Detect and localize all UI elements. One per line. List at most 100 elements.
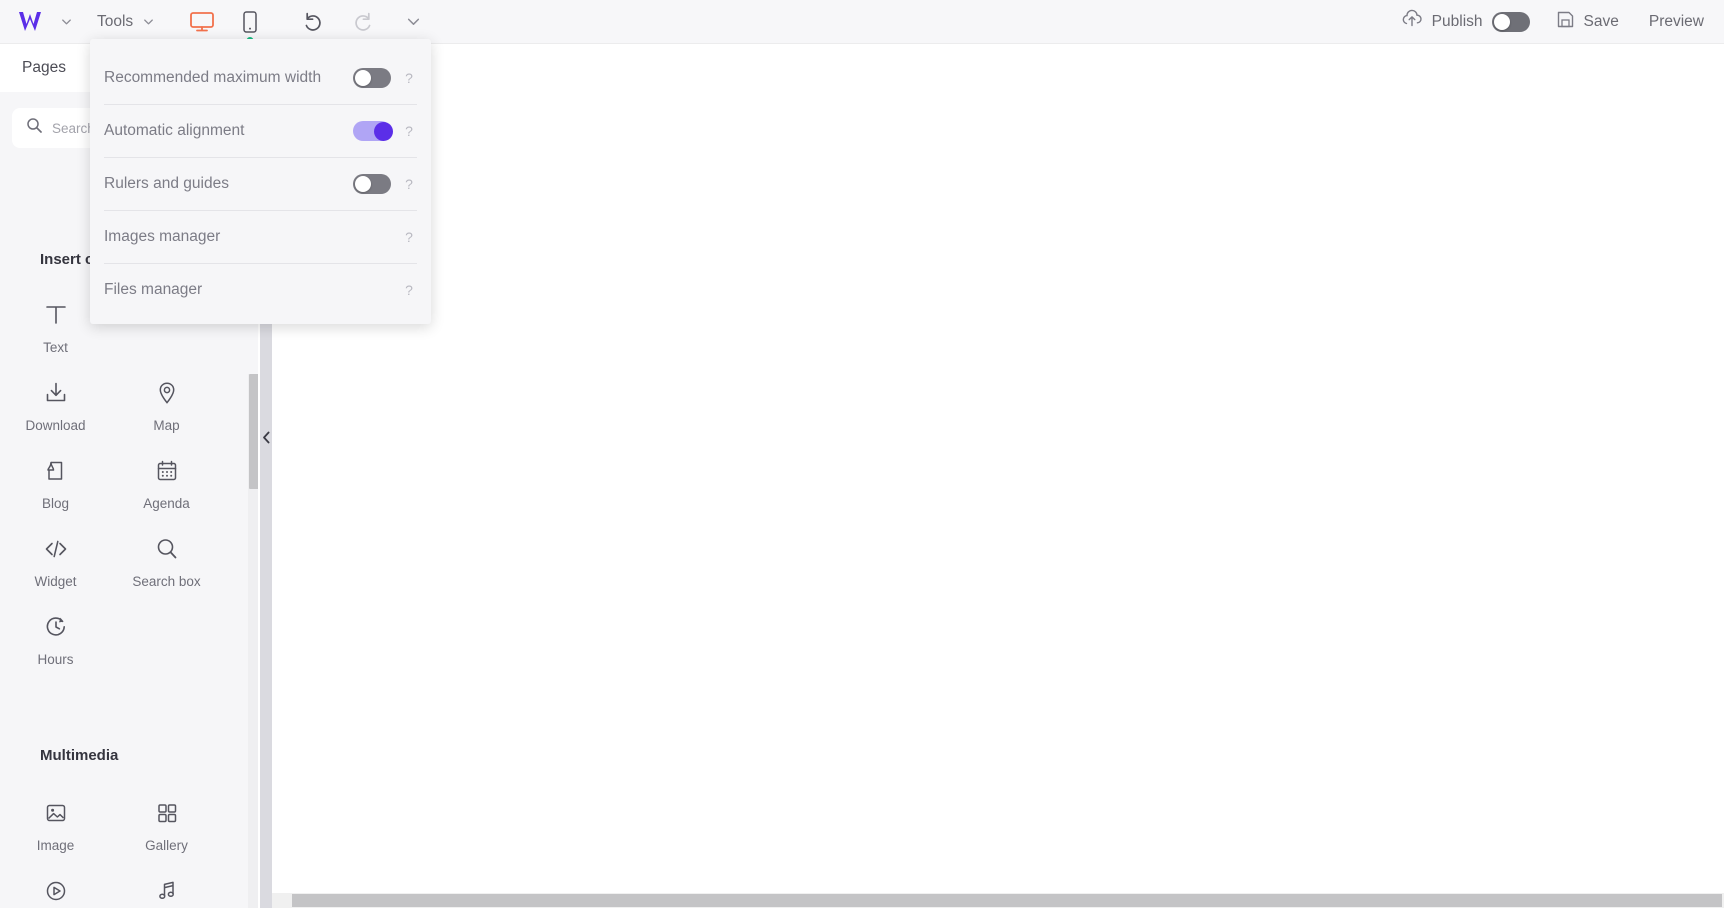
multimedia-item-gallery[interactable]: Gallery (111, 794, 222, 872)
music-note-icon (154, 878, 180, 904)
insert-item-search-box[interactable]: Search box (111, 530, 222, 608)
gallery-grid-icon (154, 800, 180, 826)
history-more-chevron-down-icon[interactable] (399, 8, 427, 36)
toggle-knob (374, 122, 393, 141)
help-icon[interactable]: ? (401, 282, 417, 298)
editor-canvas[interactable] (272, 44, 1724, 908)
insert-item-label: Search box (132, 574, 201, 589)
menu-item-recommended-maximum-width[interactable]: Recommended maximum width ? (104, 51, 417, 104)
section-title-insert: Insert c (40, 251, 93, 268)
clock-icon (43, 614, 69, 640)
help-icon[interactable]: ? (401, 70, 417, 86)
sidebar-scrollbar-thumb[interactable] (249, 374, 258, 489)
insert-item-label: Widget (34, 574, 77, 589)
desktop-monitor-icon[interactable] (187, 7, 217, 37)
menu-item-rulers-and-guides[interactable]: Rulers and guides ? (104, 157, 417, 210)
calendar-icon (154, 458, 180, 484)
insert-item-map[interactable]: Map (111, 374, 222, 452)
menu-item-images-manager[interactable]: Images manager ? (104, 210, 417, 263)
multimedia-item-label: Image (36, 838, 75, 853)
sidebar-collapse-button[interactable] (261, 420, 272, 460)
multimedia-item-video[interactable]: Video (0, 872, 111, 908)
grid-row: Video Music (0, 872, 236, 908)
publish-label: Publish (1431, 12, 1483, 30)
grid-row: Download Map (0, 374, 236, 452)
canvas-horizontal-scrollbar-track[interactable] (272, 893, 1724, 908)
grid-row: Image Gallery (0, 794, 236, 872)
tools-chevron-down-icon[interactable] (142, 15, 155, 28)
canvas-horizontal-scrollbar-thumb[interactable] (292, 894, 1722, 907)
download-icon (43, 380, 69, 406)
menu-item-automatic-alignment[interactable]: Automatic alignment ? (104, 104, 417, 157)
undo-arrow-icon[interactable] (299, 8, 327, 36)
help-icon[interactable]: ? (401, 123, 417, 139)
multimedia-item-music[interactable]: Music (111, 872, 222, 908)
multimedia-item-image[interactable]: Image (0, 794, 111, 872)
image-icon (43, 800, 69, 826)
insert-item-download[interactable]: Download (0, 374, 111, 452)
mobile-phone-icon[interactable] (235, 7, 265, 44)
play-circle-icon (43, 878, 69, 904)
publish-toggle[interactable] (1491, 11, 1530, 32)
toggle-knob (355, 176, 371, 192)
insert-item-widget[interactable]: Widget (0, 530, 111, 608)
topbar-actions: Publish Save Preview (1401, 9, 1724, 34)
logo-chevron-down-icon[interactable] (60, 15, 73, 28)
menu-item-label: Files manager (104, 281, 203, 298)
top-toolbar: Tools Publish Save Preview (0, 0, 1724, 44)
history-group (299, 8, 427, 36)
help-icon[interactable]: ? (401, 176, 417, 192)
multimedia-grid: Image Gallery (0, 794, 236, 908)
insert-item-label: Download (25, 418, 86, 433)
toggle-knob (355, 69, 371, 86)
preview-label: Preview (1648, 12, 1704, 30)
section-title-multimedia-label: Multimedia (40, 747, 119, 764)
insert-content-grid: Text Download Map Blog Agenda Widget Sea… (0, 296, 236, 686)
publish-button[interactable]: Publish (1401, 9, 1530, 34)
publish-toggle-knob (1493, 13, 1510, 30)
pages-tab-label: Pages (22, 59, 66, 76)
grid-row: Blog Agenda (0, 452, 236, 530)
menu-item-files-manager[interactable]: Files manager ? (104, 263, 417, 316)
menu-item-label: Rulers and guides (104, 175, 229, 192)
insert-item-hours[interactable]: Hours (0, 608, 111, 686)
search-icon (26, 117, 43, 139)
tools-label: Tools (97, 12, 134, 30)
map-pin-icon (154, 380, 180, 406)
tools-dropdown-menu: Recommended maximum width ? Automatic al… (90, 39, 431, 324)
section-title-multimedia: Multimedia (40, 747, 118, 764)
device-preview-group (187, 7, 265, 44)
menu-item-label: Automatic alignment (104, 122, 245, 139)
tools-menu-button[interactable]: Tools (91, 9, 161, 35)
insert-item-agenda[interactable]: Agenda (111, 452, 222, 530)
insert-item-label: Map (153, 418, 180, 433)
insert-item-blog[interactable]: Blog (0, 452, 111, 530)
save-label: Save (1583, 12, 1619, 30)
insert-item-label: Hours (37, 652, 74, 667)
code-brackets-icon (43, 536, 69, 562)
save-button[interactable]: Save (1556, 10, 1619, 34)
help-icon[interactable]: ? (401, 229, 417, 245)
text-icon (43, 302, 69, 328)
menu-item-label: Images manager (104, 228, 221, 245)
preview-button[interactable]: Preview (1649, 13, 1704, 31)
blog-page-icon (43, 458, 69, 484)
redo-arrow-icon[interactable] (349, 8, 377, 36)
brand-logo-group[interactable] (0, 9, 73, 35)
chevron-left-icon[interactable] (262, 431, 271, 449)
multimedia-item-label: Gallery (145, 838, 188, 853)
recommended-maximum-width-toggle[interactable] (353, 67, 391, 88)
section-title-insert-label: Insert c (40, 251, 94, 268)
w-logo[interactable] (16, 9, 50, 35)
automatic-alignment-toggle[interactable] (353, 121, 393, 141)
cloud-upload-icon (1401, 9, 1423, 34)
rulers-and-guides-toggle[interactable] (353, 174, 391, 194)
menu-item-label: Recommended maximum width (104, 68, 322, 86)
search-icon (154, 536, 180, 562)
insert-item-label: Agenda (143, 496, 190, 511)
floppy-disk-icon (1556, 10, 1575, 34)
insert-item-label: Blog (41, 496, 70, 511)
grid-row: Hours (0, 608, 236, 686)
insert-item-label: Text (43, 340, 68, 355)
sidebar-scrollbar-track[interactable] (248, 374, 258, 908)
